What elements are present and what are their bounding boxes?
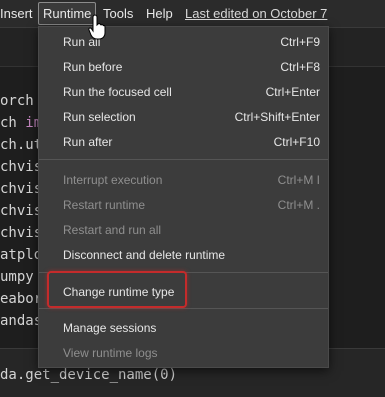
- menu-item-run-focused-cell[interactable]: Run the focused cell Ctrl+Enter: [39, 80, 328, 105]
- menu-item-run-before[interactable]: Run before Ctrl+F8: [39, 55, 328, 80]
- code-line: chvis: [0, 159, 43, 175]
- code-line: chvis: [0, 181, 43, 197]
- menu-item-run-selection[interactable]: Run selection Ctrl+Shift+Enter: [39, 105, 328, 130]
- code-line: umpy: [0, 269, 34, 285]
- menu-item-view-runtime-logs[interactable]: View runtime logs: [39, 341, 328, 366]
- menu-tools[interactable]: Tools: [103, 0, 133, 27]
- code-line: ch im: [0, 115, 43, 131]
- menu-item-restart-and-run-all[interactable]: Restart and run all: [39, 218, 328, 243]
- menu-bar: Insert Runtime Tools Help Last edited on…: [0, 0, 385, 28]
- menu-item-run-all[interactable]: Run all Ctrl+F9: [39, 30, 328, 55]
- code-line: chvis: [0, 203, 43, 219]
- menu-item-run-after[interactable]: Run after Ctrl+F10: [39, 130, 328, 155]
- code-line: orch: [0, 93, 34, 109]
- menu-divider: [39, 308, 328, 309]
- highlight-box: [47, 271, 187, 308]
- menu-item-manage-sessions[interactable]: Manage sessions: [39, 316, 328, 341]
- menu-item-restart-runtime[interactable]: Restart runtime Ctrl+M .: [39, 193, 328, 218]
- menu-divider: [39, 159, 328, 160]
- last-edited-link[interactable]: Last edited on October 7: [185, 0, 327, 27]
- menu-item-interrupt-execution[interactable]: Interrupt execution Ctrl+M I: [39, 168, 328, 193]
- code-line: eabor: [0, 291, 43, 307]
- code-line: chvis: [0, 225, 43, 241]
- code-line: da.get_device_name(0): [0, 367, 178, 383]
- runtime-menu: Run all Ctrl+F9 Run before Ctrl+F8 Run the…: [38, 26, 329, 368]
- code-line: atplo: [0, 247, 43, 263]
- code-line: andas: [0, 313, 43, 329]
- menu-item-disconnect-delete-runtime[interactable]: Disconnect and delete runtime: [39, 243, 328, 268]
- code-line: ch.ut: [0, 137, 43, 153]
- mouse-pointer-hand-icon: [88, 14, 106, 40]
- menu-insert[interactable]: Insert: [0, 0, 33, 27]
- menu-help[interactable]: Help: [146, 0, 173, 27]
